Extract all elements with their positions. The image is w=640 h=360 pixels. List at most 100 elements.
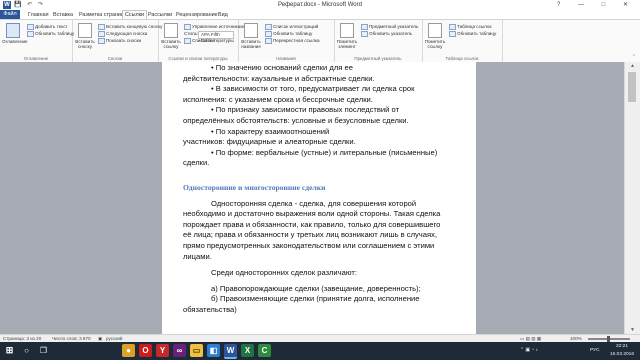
insert-footnote-button[interactable]: Вставить сноску [74, 23, 96, 49]
mark-citation-icon [428, 23, 442, 38]
ribbon-tabs: Файл Главная Вставка Разметка страницы С… [0, 10, 640, 19]
section-heading: Односторонние и многосторонние сделки [183, 182, 326, 192]
doc-line: её лица; права и обязанности у третьих л… [183, 230, 437, 240]
tab-home[interactable]: Главная [28, 11, 49, 19]
tab-references[interactable]: Ссылки [122, 10, 147, 19]
group-index: Пометить элемент Предметный указатель Об… [334, 20, 423, 62]
cross-reference-button[interactable]: Перекрестная ссылка [265, 38, 320, 44]
doc-line: обязательства) [183, 304, 237, 314]
system-tray-icons[interactable]: ⌃ ▣ ◔ ♪ [520, 342, 580, 360]
doc-line: необходимо и достаточно выражения воли о… [183, 209, 441, 219]
doc-line: • В зависимости от того, предусматривает… [211, 84, 415, 94]
insert-index-button[interactable]: Предметный указатель [361, 24, 418, 30]
update-figures-button[interactable]: Обновить таблицу [265, 31, 312, 37]
visual-studio-icon[interactable]: ∞ [173, 344, 186, 357]
next-footnote-icon [98, 31, 105, 37]
store-icon[interactable]: ◧ [207, 344, 220, 357]
mark-entry-icon [340, 23, 354, 38]
insert-table-of-authorities-button[interactable]: Таблица ссылок [449, 24, 491, 30]
refresh-icon [265, 31, 272, 37]
window-controls[interactable]: ? — □ ✕ [557, 1, 636, 8]
chrome-icon[interactable]: ● [122, 344, 135, 357]
ribbon: Оглавление Добавить текст Обновить табли… [0, 19, 640, 63]
scroll-down-icon[interactable]: ▼ [628, 327, 637, 333]
group-label-footnotes: Сноски [107, 56, 123, 61]
add-text-icon [27, 24, 34, 30]
group-authorities: Пометить ссылку Таблица ссылок Обновить … [422, 20, 503, 62]
refresh-icon [27, 31, 34, 37]
refresh-icon [361, 31, 368, 37]
next-footnote-button[interactable]: Следующая сноска [98, 31, 147, 37]
document-page[interactable]: • По значению оснований сделки для ее де… [162, 62, 476, 334]
word-icon[interactable]: W [224, 344, 237, 359]
group-label-captions: Названия [276, 56, 296, 61]
task-view-icon[interactable]: ❐ [37, 344, 50, 357]
doc-line: участников: фидуциарные и алеаторные сде… [183, 137, 356, 147]
tab-page-layout[interactable]: Разметка страницы [79, 11, 128, 19]
toc-icon [6, 23, 20, 38]
footnote-icon [78, 23, 92, 38]
doc-line: прямо предусмотренных законодательством … [183, 240, 435, 250]
refresh-icon [449, 31, 456, 37]
doc-line: лицами. [183, 251, 212, 261]
tab-insert[interactable]: Вставка [53, 11, 73, 19]
vertical-scrollbar[interactable]: ▲ ▼ [624, 62, 640, 334]
table-of-authorities-icon [449, 24, 456, 30]
update-table-button[interactable]: Обновить таблицу [27, 31, 74, 37]
doc-line: Среди односторонних сделок различают: [211, 268, 357, 278]
start-icon[interactable]: ⊞ [3, 344, 16, 357]
table-of-figures-button[interactable]: Список иллюстраций [265, 24, 318, 30]
doc-line: а) Правопорождающие сделки (завещание, д… [211, 283, 421, 293]
group-label-index: Предметный указатель [354, 56, 402, 61]
add-text-button[interactable]: Добавить текст [27, 24, 68, 30]
toc-button[interactable]: Оглавление [2, 23, 28, 44]
figures-icon [265, 24, 272, 30]
group-contents: Оглавление Добавить текст Обновить табли… [0, 20, 74, 62]
scroll-thumb[interactable] [628, 72, 636, 102]
tab-file[interactable]: Файл [0, 10, 20, 19]
citation-icon [164, 23, 178, 38]
group-label-citations: Ссылки и списки литературы [168, 56, 228, 61]
endnote-icon [98, 24, 105, 30]
style-label: Стиль: [184, 31, 199, 36]
mark-citation-button[interactable]: Пометить ссылку [424, 23, 446, 49]
doc-line: Односторонняя сделка - сделка, для совер… [211, 198, 417, 208]
opera-icon[interactable]: O [139, 344, 152, 357]
doc-line: • По значению оснований сделки для ее [211, 63, 353, 72]
doc-line: сделки. [183, 158, 210, 168]
doc-line: порождает права и обязанности, как прави… [183, 219, 441, 229]
insert-caption-button[interactable]: Вставить название [240, 23, 262, 49]
excel-icon[interactable]: X [241, 344, 254, 357]
document-area: • По значению оснований сделки для ее де… [0, 62, 625, 334]
group-footnotes: Вставить сноску Вставить концевую сноску… [72, 20, 162, 62]
document-body[interactable]: • По значению оснований сделки для ее де… [183, 63, 463, 315]
doc-line: исполнения: с указанием срока и бессрочн… [183, 94, 373, 104]
tray-date: 16.03.2016 [609, 352, 634, 357]
tab-mailings[interactable]: Рассылки [148, 11, 172, 19]
tab-view[interactable]: Вид [218, 11, 228, 19]
doc-line: действительности: каузальные и абстрактн… [183, 73, 375, 83]
file-explorer-icon[interactable]: ▭ [190, 344, 203, 357]
tray-language[interactable]: РУС [590, 342, 600, 360]
camtasia-icon[interactable]: C [258, 344, 271, 357]
doc-line: • По признаку зависимости правовых после… [211, 105, 400, 115]
manage-sources-button[interactable]: Управление источниками [184, 24, 246, 30]
index-icon [361, 24, 368, 30]
yandex-icon[interactable]: Y [156, 344, 169, 357]
tray-clock[interactable]: 22:21 16.03.2016 [606, 342, 638, 360]
bibliography-button[interactable]: Список литературы [184, 38, 234, 44]
insert-endnote-button[interactable]: Вставить концевую сноску [98, 24, 162, 30]
mark-entry-button[interactable]: Пометить элемент [336, 23, 358, 49]
tab-review[interactable]: Рецензирование [176, 11, 218, 19]
update-authorities-button[interactable]: Обновить таблицу [449, 31, 496, 37]
insert-citation-button[interactable]: Вставить ссылку [160, 23, 182, 49]
window-title: Реферат.docx - Microsoft Word [278, 2, 362, 8]
manage-sources-icon [184, 24, 191, 30]
show-notes-button[interactable]: Показать сноски [98, 38, 141, 44]
doc-line: • По характеру взаимоотношений [211, 126, 330, 136]
search-icon[interactable]: ○ [20, 344, 33, 357]
collapse-ribbon-icon[interactable]: ⌃ [632, 54, 636, 60]
scroll-up-icon[interactable]: ▲ [628, 63, 637, 69]
update-index-button[interactable]: Обновить указатель [361, 31, 412, 37]
